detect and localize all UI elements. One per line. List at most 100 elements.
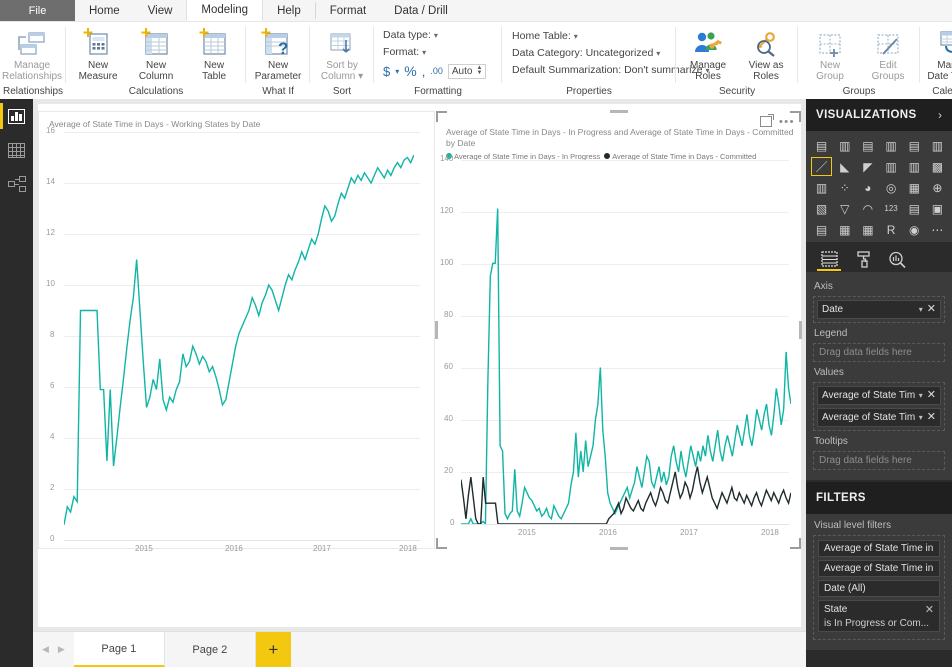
- decimal-places-button[interactable]: .00: [430, 66, 443, 76]
- home-table-dropdown[interactable]: Home Table: ▾: [512, 28, 578, 45]
- add-page-button[interactable]: +: [255, 632, 291, 667]
- ribbon-tab-file[interactable]: File: [0, 0, 75, 21]
- more-visuals-icon[interactable]: ⋯: [927, 220, 948, 239]
- y2-tick-80: 80: [444, 310, 453, 319]
- next-page-icon[interactable]: ▶: [58, 644, 65, 655]
- filled-map-icon[interactable]: ▧: [811, 199, 832, 218]
- sidebar-item-data-view[interactable]: [0, 133, 33, 167]
- remove-field-icon[interactable]: ✕: [927, 390, 936, 401]
- r-script-visual-icon[interactable]: R: [880, 220, 901, 239]
- ribbon-tab-view[interactable]: View: [134, 0, 187, 21]
- line-chart-icon[interactable]: ／: [811, 157, 833, 176]
- well-tooltips[interactable]: Drag data fields here: [813, 451, 945, 470]
- line-and-clustered-column-chart-icon[interactable]: ▥: [904, 157, 925, 176]
- visual-in-progress-committed-line-chart[interactable]: ••• Average of State Time in Days - In P…: [436, 111, 801, 549]
- well-legend[interactable]: Drag data fields here: [813, 343, 945, 362]
- new-parameter-icon: ?: [261, 28, 295, 58]
- map-icon[interactable]: ⊕: [927, 178, 948, 197]
- clustered-bar-chart-icon[interactable]: ▤: [857, 136, 878, 155]
- ribbon-tab-help[interactable]: Help: [263, 0, 315, 21]
- waterfall-chart-icon[interactable]: ▥: [811, 178, 832, 197]
- well-values[interactable]: Average of State Time in ▾ ✕ Average of …: [813, 382, 945, 431]
- new-table-button[interactable]: New Table: [185, 26, 243, 84]
- tab-analytics[interactable]: [880, 246, 914, 272]
- arcgis-map-icon[interactable]: ◉: [904, 220, 925, 239]
- data-type-dropdown[interactable]: Data type: ▾: [383, 27, 438, 44]
- matrix-icon-glyph: ▦: [862, 222, 874, 237]
- sidebar-item-model-view[interactable]: [0, 167, 33, 201]
- more-options-icon[interactable]: •••: [779, 116, 795, 127]
- chevron-down-icon[interactable]: ▾: [919, 391, 923, 400]
- filter-card-2[interactable]: Average of State Time in ...: [818, 560, 940, 577]
- remove-field-icon[interactable]: ✕: [927, 412, 936, 423]
- chevron-down-icon[interactable]: ▾: [919, 305, 923, 314]
- new-column-button[interactable]: New Column: [127, 26, 185, 84]
- format-dropdown[interactable]: Format: ▾: [383, 44, 426, 61]
- page-tab-page-2[interactable]: Page 2: [165, 632, 256, 667]
- multi-row-card-icon[interactable]: ▤: [904, 199, 925, 218]
- stacked-area-chart-icon[interactable]: ◤: [857, 157, 878, 176]
- stacked-bar-chart-icon[interactable]: ▤: [811, 136, 832, 155]
- field-pill-value-1[interactable]: Average of State Time in ▾ ✕: [817, 386, 941, 405]
- field-pill-value-2[interactable]: Average of State Time in ▾ ✕: [817, 408, 941, 427]
- scatter-chart-icon-glyph: ⁘: [839, 180, 850, 195]
- hundred-percent-stacked-bar-chart-icon[interactable]: ▤: [904, 136, 925, 155]
- filter-card-date[interactable]: Date (All): [818, 580, 940, 597]
- field-pill-date[interactable]: Date ▾ ✕: [817, 300, 941, 319]
- matrix-icon[interactable]: ▦: [857, 220, 878, 239]
- data-category-dropdown[interactable]: Data Category: Uncategorized ▾: [512, 45, 660, 62]
- hundred-percent-stacked-column-chart-icon[interactable]: ▥: [927, 136, 948, 155]
- ribbon-tab-home[interactable]: Home: [75, 0, 134, 21]
- clustered-bar-chart-icon-glyph: ▤: [862, 138, 874, 153]
- manage-roles-button[interactable]: Manage Roles: [679, 26, 737, 84]
- new-group-button[interactable]: New Group: [801, 26, 859, 84]
- filter-card-1[interactable]: Average of State Time in ...: [818, 540, 940, 557]
- x2-tick-2017: 2017: [680, 528, 698, 537]
- field-pill-value-1-label: Average of State Time in: [822, 390, 915, 401]
- ribbon-chart-icon[interactable]: ▩: [927, 157, 948, 176]
- donut-chart-icon[interactable]: ◎: [880, 178, 901, 197]
- sort-by-column-button[interactable]: Sort by Column ▾: [313, 26, 371, 84]
- filter-card-state[interactable]: State ✕ is In Progress or Com...: [818, 600, 940, 632]
- percent-format-button[interactable]: %: [404, 63, 416, 79]
- focus-mode-icon[interactable]: [759, 114, 774, 127]
- new-measure-button[interactable]: New Measure: [69, 26, 127, 84]
- stepper-icon[interactable]: ▲ ▼: [476, 65, 482, 76]
- kpi-icon[interactable]: ▣: [927, 199, 948, 218]
- visual-working-states-line-chart[interactable]: Average of State Time in Days - Working …: [38, 111, 435, 553]
- tab-fields[interactable]: [812, 246, 846, 272]
- clustered-column-chart-icon[interactable]: ▥: [880, 136, 901, 155]
- ribbon-tab-modeling[interactable]: Modeling: [186, 0, 264, 21]
- stacked-column-chart-icon[interactable]: ▥: [834, 136, 855, 155]
- scatter-chart-icon[interactable]: ⁘: [834, 178, 855, 197]
- ribbon-tab-format[interactable]: Format: [316, 0, 380, 21]
- view-as-roles-button[interactable]: View as Roles: [737, 26, 795, 84]
- remove-field-icon[interactable]: ✕: [927, 304, 936, 315]
- treemap-icon[interactable]: ▦: [904, 178, 925, 197]
- currency-format-button[interactable]: $: [383, 64, 390, 79]
- tab-format[interactable]: [846, 246, 880, 272]
- collapse-pane-icon[interactable]: ›: [938, 108, 942, 122]
- well-axis[interactable]: Date ▾ ✕: [813, 296, 945, 323]
- gauge-icon[interactable]: ◠: [857, 199, 878, 218]
- page-tab-page-1[interactable]: Page 1: [73, 632, 165, 667]
- new-parameter-button[interactable]: ? New Parameter: [249, 26, 307, 84]
- table-icon[interactable]: ▦: [834, 220, 855, 239]
- sidebar-item-report-view[interactable]: [0, 99, 33, 133]
- line-and-stacked-column-chart-icon[interactable]: ▥: [880, 157, 901, 176]
- chevron-down-icon[interactable]: ▾: [919, 413, 923, 422]
- thousands-separator-button[interactable]: ,: [422, 64, 426, 79]
- slicer-icon[interactable]: ▤: [811, 220, 832, 239]
- previous-page-icon[interactable]: ◀: [42, 644, 49, 655]
- area-chart-icon[interactable]: ◣: [834, 157, 855, 176]
- funnel-icon[interactable]: ▽: [834, 199, 855, 218]
- pie-chart-icon[interactable]: ◕: [857, 178, 878, 197]
- decimal-places-input[interactable]: Auto ▲ ▼: [447, 63, 487, 79]
- manage-relationships-button[interactable]: Manage Relationships: [2, 26, 62, 84]
- ribbon-tab-data-drill[interactable]: Data / Drill: [380, 0, 462, 21]
- mark-as-date-table-button[interactable]: Mark asDate Table ▾: [923, 26, 952, 84]
- card-icon[interactable]: 123: [880, 199, 901, 218]
- edit-groups-button[interactable]: Edit Groups: [859, 26, 917, 84]
- page-nav-arrows[interactable]: ◀ ▶: [33, 632, 74, 667]
- remove-filter-icon[interactable]: ✕: [925, 603, 934, 616]
